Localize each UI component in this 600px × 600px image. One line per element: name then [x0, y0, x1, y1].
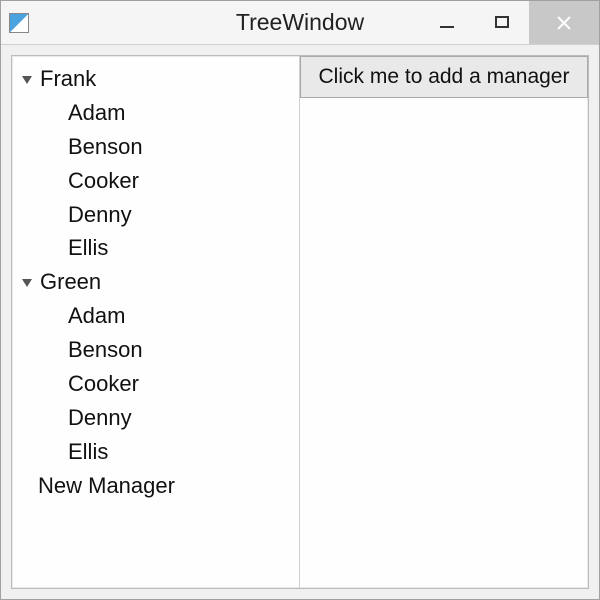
tree-node-label: Adam	[68, 97, 125, 129]
tree-node-child[interactable]: Cooker	[16, 367, 295, 401]
expander-icon[interactable]	[20, 275, 34, 289]
tree-node-label: Ellis	[68, 436, 108, 468]
tree-node-label: Denny	[68, 402, 132, 434]
tree-node-child[interactable]: Benson	[16, 333, 295, 367]
add-manager-button[interactable]: Click me to add a manager	[300, 56, 588, 98]
tree-view[interactable]: Frank Adam Benson Cooker Denny Ellis Gre…	[12, 56, 300, 588]
tree-node-label: Frank	[40, 63, 96, 95]
tree-node-child[interactable]: Denny	[16, 198, 295, 232]
tree-node-label: Adam	[68, 300, 125, 332]
minimize-icon	[438, 14, 456, 32]
tree-node-green[interactable]: Green	[16, 265, 295, 299]
client-area: Frank Adam Benson Cooker Denny Ellis Gre…	[11, 55, 589, 589]
titlebar[interactable]: TreeWindow	[1, 1, 599, 45]
maximize-icon	[494, 15, 510, 31]
tree-node-label: New Manager	[38, 470, 175, 502]
app-icon	[9, 13, 29, 33]
app-window: TreeWindow Frank Adam Benson Cooker	[0, 0, 600, 600]
tree-node-child[interactable]: Denny	[16, 401, 295, 435]
tree-node-child[interactable]: Ellis	[16, 231, 295, 265]
window-title: TreeWindow	[236, 9, 364, 36]
expander-icon[interactable]	[20, 72, 34, 86]
right-panel: Click me to add a manager	[300, 56, 588, 588]
tree-node-child[interactable]: Adam	[16, 96, 295, 130]
tree-node-label: Benson	[68, 131, 143, 163]
tree-node-label: Benson	[68, 334, 143, 366]
tree-node-label: Denny	[68, 199, 132, 231]
tree-node-child[interactable]: Benson	[16, 130, 295, 164]
tree-node-label: Cooker	[68, 165, 139, 197]
maximize-button[interactable]	[474, 1, 529, 44]
close-icon	[555, 14, 573, 32]
tree-node-label: Green	[40, 266, 101, 298]
tree-node-label: Ellis	[68, 232, 108, 264]
minimize-button[interactable]	[419, 1, 474, 44]
tree-node-child[interactable]: Cooker	[16, 164, 295, 198]
window-controls	[419, 1, 599, 44]
tree-node-child[interactable]: Adam	[16, 299, 295, 333]
close-button[interactable]	[529, 1, 599, 44]
tree-node-frank[interactable]: Frank	[16, 62, 295, 96]
tree-node-label: Cooker	[68, 368, 139, 400]
tree-node-new-manager[interactable]: New Manager	[16, 469, 295, 503]
tree-node-child[interactable]: Ellis	[16, 435, 295, 469]
